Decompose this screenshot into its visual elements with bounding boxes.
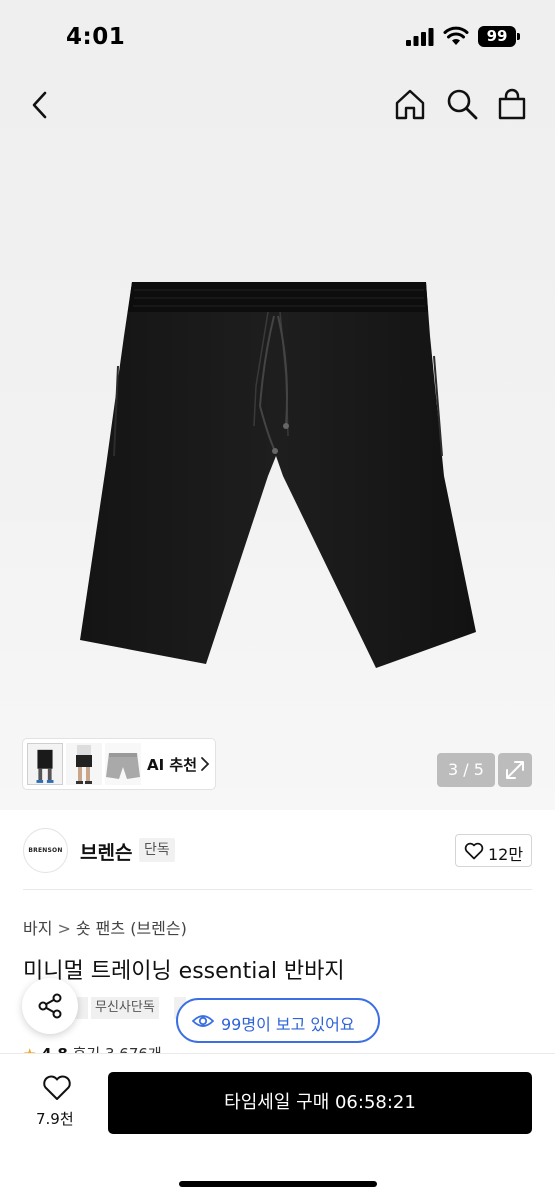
share-icon: [38, 993, 62, 1019]
ai-recommend-strip[interactable]: AI 추천: [23, 739, 215, 789]
back-icon[interactable]: [26, 90, 56, 120]
home-indicator: [179, 1181, 377, 1187]
live-viewers-text: 99명이 보고 있어요: [221, 1015, 355, 1034]
status-bar: 4:01 99: [0, 0, 555, 70]
product-photo-black-shorts: [80, 282, 476, 668]
divider: [23, 889, 532, 890]
breadcrumb-subcategory[interactable]: 숏 팬츠 (브렌슨): [76, 915, 187, 939]
wishlist-count: 7.9천: [36, 1110, 74, 1128]
brand-like-button[interactable]: 12만: [455, 834, 532, 867]
expand-icon: [506, 761, 524, 779]
share-button[interactable]: [22, 978, 78, 1034]
time-sale-buy-button[interactable]: 타임세일 구매 06:58:21: [108, 1072, 532, 1134]
wifi-icon: [443, 26, 469, 45]
eye-icon: [192, 1015, 214, 1027]
expand-image-button[interactable]: [498, 753, 532, 787]
brand-like-count: 12만: [488, 845, 524, 864]
thumbnail-2[interactable]: [66, 743, 102, 785]
wishlist-heart-icon[interactable]: [42, 1075, 72, 1101]
brand-name[interactable]: 브렌슨: [80, 838, 132, 865]
ai-recommend-label[interactable]: AI 추천: [147, 754, 197, 775]
breadcrumb-separator: >: [57, 919, 71, 938]
battery-indicator: 99: [478, 26, 516, 47]
thumbnail-3[interactable]: [105, 743, 141, 785]
status-time: 4:01: [66, 24, 126, 50]
brand-logo[interactable]: BRENSON: [23, 828, 68, 873]
battery-tip: [517, 33, 520, 40]
breadcrumb-category[interactable]: 바지: [23, 915, 52, 939]
exclusive-badge: 단독: [139, 838, 175, 862]
thumbnail-1[interactable]: [27, 743, 63, 785]
heart-icon: [464, 842, 484, 860]
home-icon[interactable]: [394, 88, 426, 120]
search-icon[interactable]: [446, 88, 478, 120]
cellular-signal-icon: [406, 28, 434, 46]
bag-icon[interactable]: [496, 88, 528, 120]
live-viewers-pill: 99명이 보고 있어요: [176, 998, 380, 1043]
image-page-counter: 3 / 5: [437, 753, 495, 787]
breadcrumb: 바지 > 숏 팬츠 (브렌슨): [23, 915, 187, 939]
chevron-right-icon: [201, 757, 210, 771]
product-title: 미니멀 트레이닝 essential 반바지: [23, 959, 345, 984]
product-tag-exclusive: 무신사단독: [91, 997, 159, 1019]
